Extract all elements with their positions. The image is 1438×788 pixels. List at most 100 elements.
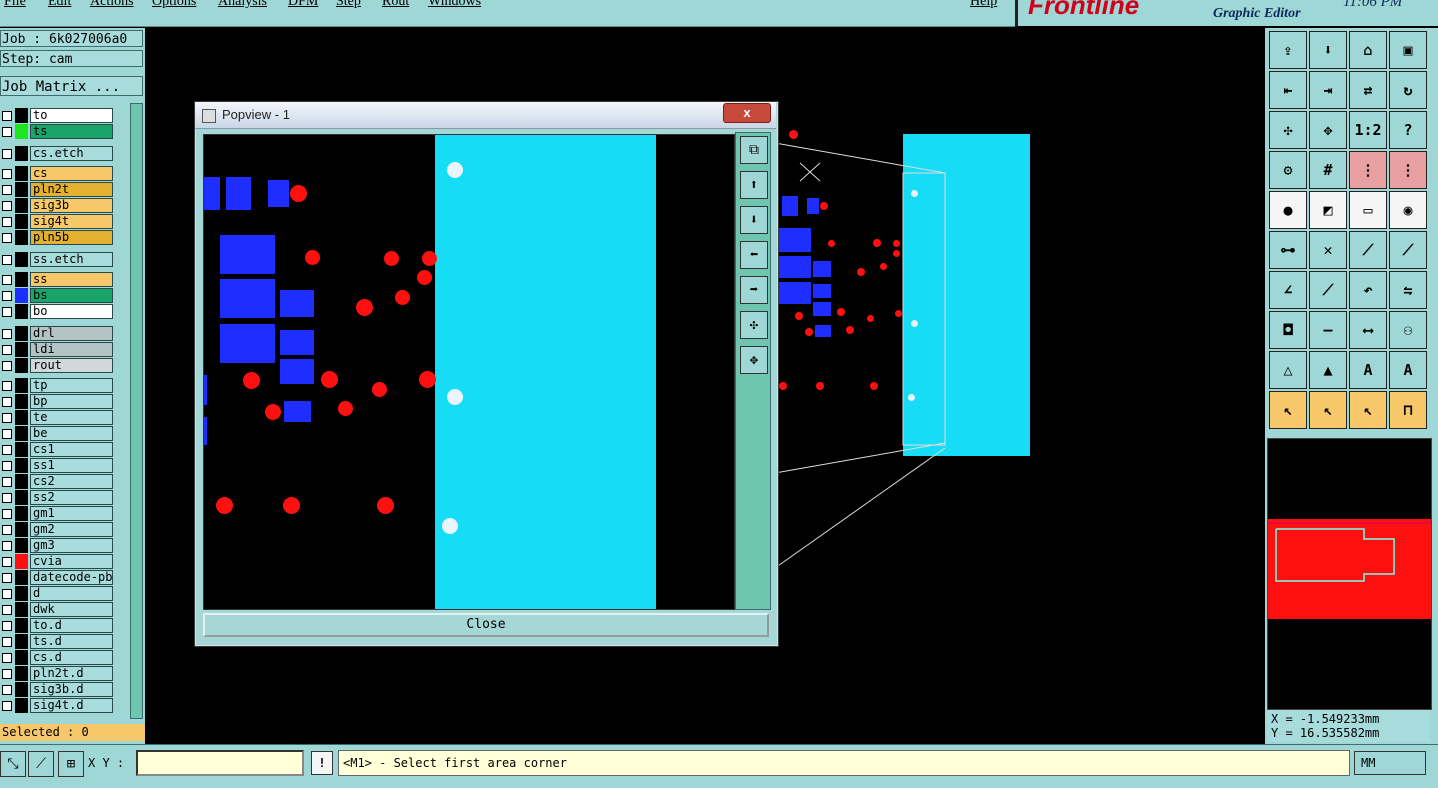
- layer-row[interactable]: ldi: [0, 342, 114, 357]
- layer-scrollbar[interactable]: [130, 103, 143, 719]
- layer-checkbox[interactable]: [2, 233, 12, 243]
- layer-color-swatch[interactable]: [15, 586, 28, 601]
- zoom-out-icon[interactable]: ✥: [740, 346, 768, 374]
- layer-row[interactable]: to.d: [0, 618, 114, 633]
- menu-file[interactable]: File: [4, 0, 26, 10]
- scale-icon[interactable]: 1:2: [1349, 111, 1387, 149]
- layer-color-swatch[interactable]: [15, 618, 28, 633]
- menu-step[interactable]: Step: [336, 0, 361, 10]
- layer-name[interactable]: cs2: [30, 474, 113, 489]
- units-selector[interactable]: MM: [1354, 751, 1426, 775]
- layer-name[interactable]: ss: [30, 272, 113, 287]
- layer-row[interactable]: d: [0, 586, 114, 601]
- layer-name[interactable]: tp: [30, 378, 113, 393]
- popview-close-button[interactable]: Close: [203, 613, 769, 637]
- layer-name[interactable]: sig3b: [30, 198, 113, 213]
- layer-row[interactable]: tp: [0, 378, 114, 393]
- layer-name[interactable]: ss1: [30, 458, 113, 473]
- pointer-icon[interactable]: ↖: [1269, 391, 1307, 429]
- layer-checkbox[interactable]: [2, 201, 12, 211]
- layer-name[interactable]: ss2: [30, 490, 113, 505]
- circle-icon[interactable]: ◉: [1389, 191, 1427, 229]
- route-icon[interactable]: ⊓: [1389, 391, 1427, 429]
- layer-checkbox[interactable]: [2, 361, 12, 371]
- pointer-box-icon[interactable]: ↖: [1309, 391, 1347, 429]
- layer-checkbox[interactable]: [2, 653, 12, 663]
- layer-row[interactable]: rout: [0, 358, 114, 373]
- layer-color-swatch[interactable]: [15, 108, 28, 123]
- layer-name[interactable]: pln5b: [30, 230, 113, 245]
- layer-checkbox[interactable]: [2, 291, 12, 301]
- layer-color-swatch[interactable]: [15, 506, 28, 521]
- layer-row[interactable]: ss: [0, 272, 114, 287]
- layer-name[interactable]: be: [30, 426, 113, 441]
- layer-color-swatch[interactable]: [15, 426, 28, 441]
- layer-color-swatch[interactable]: [15, 554, 28, 569]
- menu-actions[interactable]: Actions: [90, 0, 134, 10]
- resize-icon[interactable]: ⤡: [0, 751, 26, 777]
- open-icon[interactable]: ⇪: [1269, 31, 1307, 69]
- layer-row[interactable]: cs2: [0, 474, 114, 489]
- layer-row[interactable]: drl: [0, 326, 114, 341]
- layer-name[interactable]: gm1: [30, 506, 113, 521]
- layer-row[interactable]: ts.d: [0, 634, 114, 649]
- layer-checkbox[interactable]: [2, 605, 12, 615]
- layer-color-swatch[interactable]: [15, 474, 28, 489]
- layer-name[interactable]: ss.etch: [30, 252, 113, 267]
- popview-titlebar[interactable]: Popview - 1 x: [195, 102, 776, 129]
- layer-row[interactable]: cs: [0, 166, 114, 181]
- ruler-icon[interactable]: ▭: [1349, 191, 1387, 229]
- layer-row[interactable]: ss2: [0, 490, 114, 505]
- layer-row[interactable]: cs1: [0, 442, 114, 457]
- menu-options[interactable]: Options: [152, 0, 196, 10]
- minimap[interactable]: [1267, 438, 1432, 710]
- layer-name[interactable]: cvia: [30, 554, 113, 569]
- layer-row[interactable]: te: [0, 410, 114, 425]
- layer-color-swatch[interactable]: [15, 490, 28, 505]
- layer-checkbox[interactable]: [2, 477, 12, 487]
- width-icon[interactable]: ⟷: [1349, 311, 1387, 349]
- layer-checkbox[interactable]: [2, 381, 12, 391]
- layer-row[interactable]: sig4t.d: [0, 698, 114, 713]
- layer-row[interactable]: to: [0, 108, 114, 123]
- layer-name[interactable]: ldi: [30, 342, 113, 357]
- layer-color-swatch[interactable]: [15, 522, 28, 537]
- layer-color-swatch[interactable]: [15, 146, 28, 161]
- layer-color-swatch[interactable]: [15, 124, 28, 139]
- layer-row[interactable]: ss.etch: [0, 252, 114, 267]
- layer-checkbox[interactable]: [2, 429, 12, 439]
- layer-row[interactable]: ts: [0, 124, 114, 139]
- window-close-button[interactable]: x: [723, 103, 771, 123]
- layer-color-swatch[interactable]: [15, 272, 28, 287]
- slope-icon[interactable]: ⟋: [1309, 271, 1347, 309]
- layer-checkbox[interactable]: [2, 275, 12, 285]
- layer-name[interactable]: bo: [30, 304, 113, 319]
- layer-name[interactable]: ts: [30, 124, 113, 139]
- move-icon[interactable]: ⟋: [1389, 231, 1427, 269]
- layer-row[interactable]: pln2t: [0, 182, 114, 197]
- layer-checkbox[interactable]: [2, 637, 12, 647]
- layer-name[interactable]: datecode-pbe: [30, 570, 113, 585]
- layer-name[interactable]: bs: [30, 288, 113, 303]
- layer-checkbox[interactable]: [2, 685, 12, 695]
- layer-name[interactable]: to.d: [30, 618, 113, 633]
- layer-color-swatch[interactable]: [15, 214, 28, 229]
- layer-color-swatch[interactable]: [15, 394, 28, 409]
- layer-checkbox[interactable]: [2, 621, 12, 631]
- layer-checkbox[interactable]: [2, 557, 12, 567]
- layer-checkbox[interactable]: [2, 701, 12, 711]
- text-b-icon[interactable]: A: [1389, 351, 1427, 389]
- layer-name[interactable]: drl: [30, 326, 113, 341]
- layer-color-swatch[interactable]: [15, 342, 28, 357]
- layer-checkbox[interactable]: [2, 345, 12, 355]
- layer-color-swatch[interactable]: [15, 682, 28, 697]
- layer-name[interactable]: sig3b.d: [30, 682, 113, 697]
- layer-color-swatch[interactable]: [15, 230, 28, 245]
- layer-name[interactable]: cs.d: [30, 650, 113, 665]
- triangle-up-icon[interactable]: ▲: [1309, 351, 1347, 389]
- zoom-in-icon[interactable]: ✣: [740, 311, 768, 339]
- layer-checkbox[interactable]: [2, 255, 12, 265]
- layer-name[interactable]: gm3: [30, 538, 113, 553]
- warning-button[interactable]: !: [311, 751, 333, 775]
- layer-checkbox[interactable]: [2, 445, 12, 455]
